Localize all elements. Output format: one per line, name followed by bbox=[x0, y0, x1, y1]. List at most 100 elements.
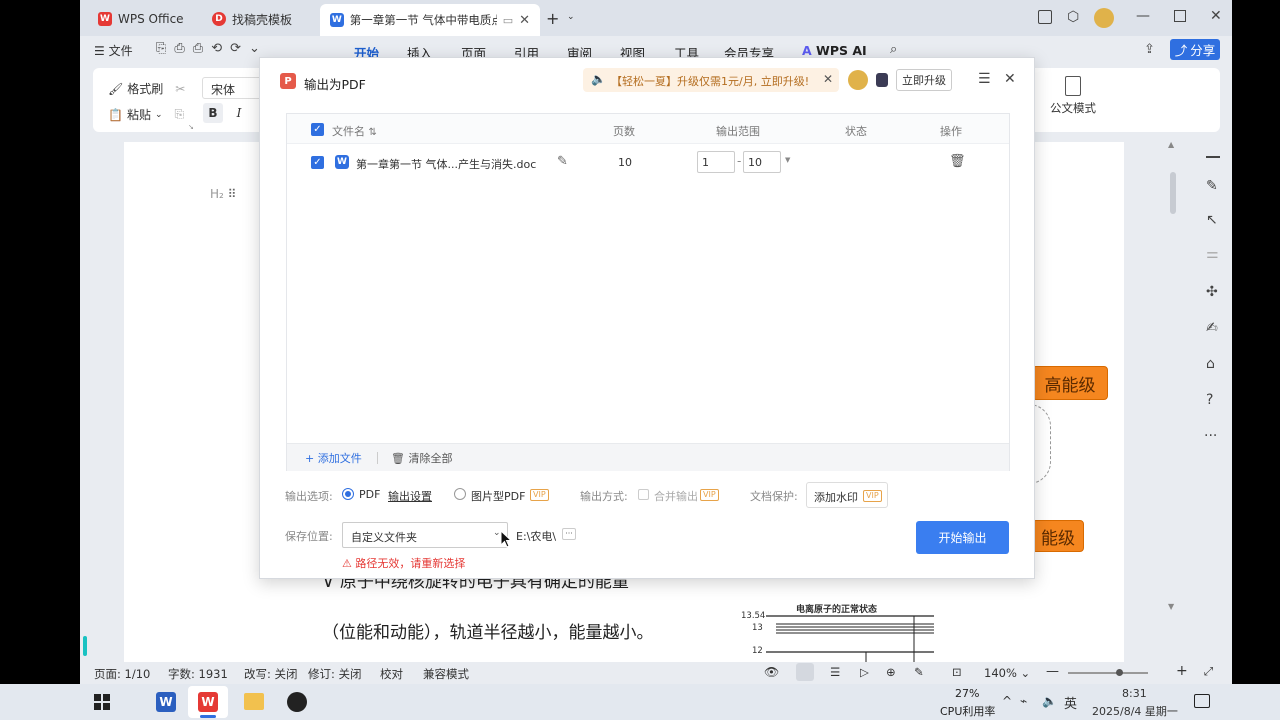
avatar[interactable] bbox=[848, 70, 868, 90]
tab-template[interactable]: D 找稿壳模板 bbox=[202, 6, 312, 32]
status-proofread[interactable]: 校对 bbox=[380, 666, 403, 682]
delete-icon[interactable]: 🗑 bbox=[949, 154, 966, 169]
zoom-out-icon[interactable]: — bbox=[1046, 664, 1059, 679]
menu-file[interactable]: ☰ 文件 bbox=[94, 42, 133, 59]
status-compat[interactable]: 兼容模式 bbox=[423, 666, 469, 682]
search-icon[interactable]: ⌕ bbox=[890, 42, 897, 57]
range-to-input[interactable]: 10 bbox=[743, 151, 781, 173]
add-file-button[interactable]: + 添加文件 bbox=[305, 450, 362, 466]
status-page[interactable]: 页面: 1/10 bbox=[94, 666, 150, 682]
format-painter-button[interactable]: 🖌 格式刷 ✂ bbox=[108, 80, 185, 97]
share-button[interactable]: ⤴ 分享 bbox=[1170, 39, 1220, 60]
clock-time[interactable]: 8:31 bbox=[1122, 687, 1147, 700]
font-name-select[interactable]: 宋体 bbox=[202, 77, 262, 99]
add-watermark-button[interactable]: 添加水印 VIP bbox=[806, 482, 888, 508]
zoom-level[interactable]: 140% ⌄ bbox=[984, 666, 1030, 680]
col-filename[interactable]: 文件名 ⇅ bbox=[332, 123, 377, 139]
word-taskbar-icon[interactable]: W bbox=[156, 692, 176, 712]
scroll-down-icon[interactable]: ▼ bbox=[1168, 602, 1174, 611]
scrollbar-thumb[interactable] bbox=[1170, 172, 1176, 214]
upgrade-button[interactable]: 立即升级 bbox=[896, 69, 952, 91]
radio-image-pdf-label[interactable]: 图片型PDF bbox=[471, 488, 525, 504]
save-location-select[interactable]: 自定义文件夹 ⌄ bbox=[342, 522, 508, 548]
edit-icon[interactable]: ✎ bbox=[557, 154, 568, 169]
row-checkbox[interactable]: ✓ bbox=[311, 156, 324, 169]
file-explorer-icon[interactable] bbox=[244, 693, 264, 710]
chevron-up-icon[interactable]: ^ bbox=[1002, 694, 1012, 708]
quick-access-icons[interactable]: ⎘⎙⎙⟲⟳⌄ bbox=[156, 41, 268, 56]
sort-icon[interactable]: ⇅ bbox=[369, 127, 377, 138]
fit-icon[interactable]: ⊡ bbox=[952, 665, 962, 679]
web-view-icon[interactable]: ⊕ bbox=[886, 665, 896, 679]
status-overwrite[interactable]: 改写: 关闭 bbox=[244, 666, 298, 682]
status-words[interactable]: 字数: 1931 bbox=[168, 666, 228, 682]
browse-path-button[interactable]: ··· bbox=[562, 528, 576, 540]
clear-all-button[interactable]: 🗑 清除全部 bbox=[391, 450, 452, 466]
copy-icon[interactable]: ⎘ bbox=[175, 107, 185, 122]
avatar[interactable] bbox=[1094, 8, 1114, 28]
select-all-checkbox[interactable]: ✓ bbox=[311, 123, 324, 136]
scissors-icon[interactable]: ✂ bbox=[175, 82, 185, 96]
radio-pdf[interactable] bbox=[342, 488, 354, 500]
promo-close-icon[interactable]: ✕ bbox=[823, 72, 833, 86]
range-from-input[interactable]: 1 bbox=[697, 151, 735, 173]
radio-image-pdf[interactable] bbox=[454, 488, 466, 500]
collapse-icon[interactable] bbox=[1206, 156, 1220, 158]
clock-date[interactable]: 2025/8/4 星期一 bbox=[1092, 703, 1178, 719]
restore-icon[interactable] bbox=[1174, 10, 1186, 22]
pen-icon[interactable]: ✎ bbox=[1206, 178, 1218, 194]
zoom-slider[interactable] bbox=[1068, 672, 1148, 674]
close-window-icon[interactable]: ✕ bbox=[1210, 8, 1222, 24]
pen-view-icon[interactable]: ✎ bbox=[914, 665, 924, 679]
more-icon[interactable]: ··· bbox=[1204, 428, 1217, 444]
range-dropdown-icon[interactable]: ▼ bbox=[785, 156, 790, 164]
cube-icon[interactable]: ⬡ bbox=[1067, 9, 1079, 25]
adjust-icon[interactable]: ⚌ bbox=[1206, 246, 1219, 262]
wps-taskbar-icon[interactable]: W bbox=[198, 692, 218, 712]
tab-document[interactable]: W 第一章第一节 气体中带电质点 ▭ ✕ bbox=[320, 4, 540, 36]
outline-view-icon[interactable]: ☰ bbox=[830, 665, 840, 679]
page-view-icon[interactable] bbox=[796, 663, 814, 681]
window-icon[interactable] bbox=[1038, 10, 1052, 24]
scroll-up-icon[interactable]: ▲ bbox=[1168, 140, 1174, 149]
merge-output-label[interactable]: 合并输出 bbox=[654, 488, 698, 504]
tools-icon[interactable]: ✣ bbox=[1206, 284, 1218, 300]
zoom-in-icon[interactable]: + bbox=[1176, 663, 1188, 679]
sign-icon[interactable]: ✍ bbox=[1206, 320, 1218, 336]
radio-pdf-label[interactable]: PDF bbox=[359, 488, 380, 501]
vertical-scrollbar[interactable]: ▲ ▼ bbox=[1166, 140, 1180, 660]
merge-output-checkbox[interactable] bbox=[638, 489, 649, 500]
network-icon[interactable]: ⌁ bbox=[1020, 694, 1027, 708]
new-tab-icon[interactable]: + bbox=[546, 9, 559, 28]
chevron-down-icon[interactable]: ⌄ bbox=[567, 12, 575, 22]
menu-wps-ai[interactable]: A WPS AI bbox=[802, 43, 867, 58]
promo-banner[interactable]: 🔈 【轻松一夏】升级仅需1元/月, 立即升级! ✕ bbox=[583, 68, 839, 92]
italic-button[interactable]: I bbox=[229, 103, 249, 123]
minimize-icon[interactable]: — bbox=[1136, 8, 1150, 24]
cloud-upload-icon[interactable]: ⇪ bbox=[1144, 42, 1155, 57]
tab-wps-home[interactable]: W WPS Office bbox=[88, 6, 196, 32]
play-icon[interactable]: ▷ bbox=[860, 665, 869, 679]
bold-button[interactable]: B bbox=[203, 103, 223, 123]
drag-handle-icon[interactable]: ⠿ bbox=[228, 187, 237, 201]
ime-indicator[interactable]: 英 bbox=[1064, 693, 1077, 712]
status-revision[interactable]: 修订: 关闭 bbox=[308, 666, 362, 682]
eye-icon[interactable]: 👁 bbox=[764, 665, 779, 679]
fullscreen-icon[interactable]: ⤢ bbox=[1204, 664, 1213, 679]
cursor-icon[interactable]: ↖ bbox=[1206, 212, 1218, 228]
speaker-icon[interactable]: 🔈 bbox=[1042, 694, 1057, 708]
close-icon[interactable]: ✕ bbox=[1004, 71, 1016, 87]
windows-start-icon[interactable] bbox=[94, 694, 110, 710]
output-settings-link[interactable]: 输出设置 bbox=[388, 488, 432, 504]
close-icon[interactable]: ✕ bbox=[519, 13, 530, 28]
paste-button[interactable]: 📋 粘贴 ⌄ ⎘ bbox=[108, 106, 184, 123]
start-export-button[interactable]: 开始输出 bbox=[916, 521, 1009, 554]
dialog-launcher-icon[interactable]: ↘ bbox=[188, 123, 194, 131]
notification-icon[interactable] bbox=[1194, 694, 1210, 708]
menu-icon[interactable]: ☰ bbox=[978, 71, 991, 87]
help-icon[interactable]: ? bbox=[1206, 392, 1213, 408]
official-mode-button[interactable]: 公文模式 bbox=[1043, 76, 1103, 116]
app-taskbar-icon[interactable] bbox=[287, 692, 307, 712]
zoom-slider-thumb[interactable] bbox=[1116, 669, 1123, 676]
shirt-icon[interactable]: ⌂ bbox=[1206, 356, 1215, 372]
